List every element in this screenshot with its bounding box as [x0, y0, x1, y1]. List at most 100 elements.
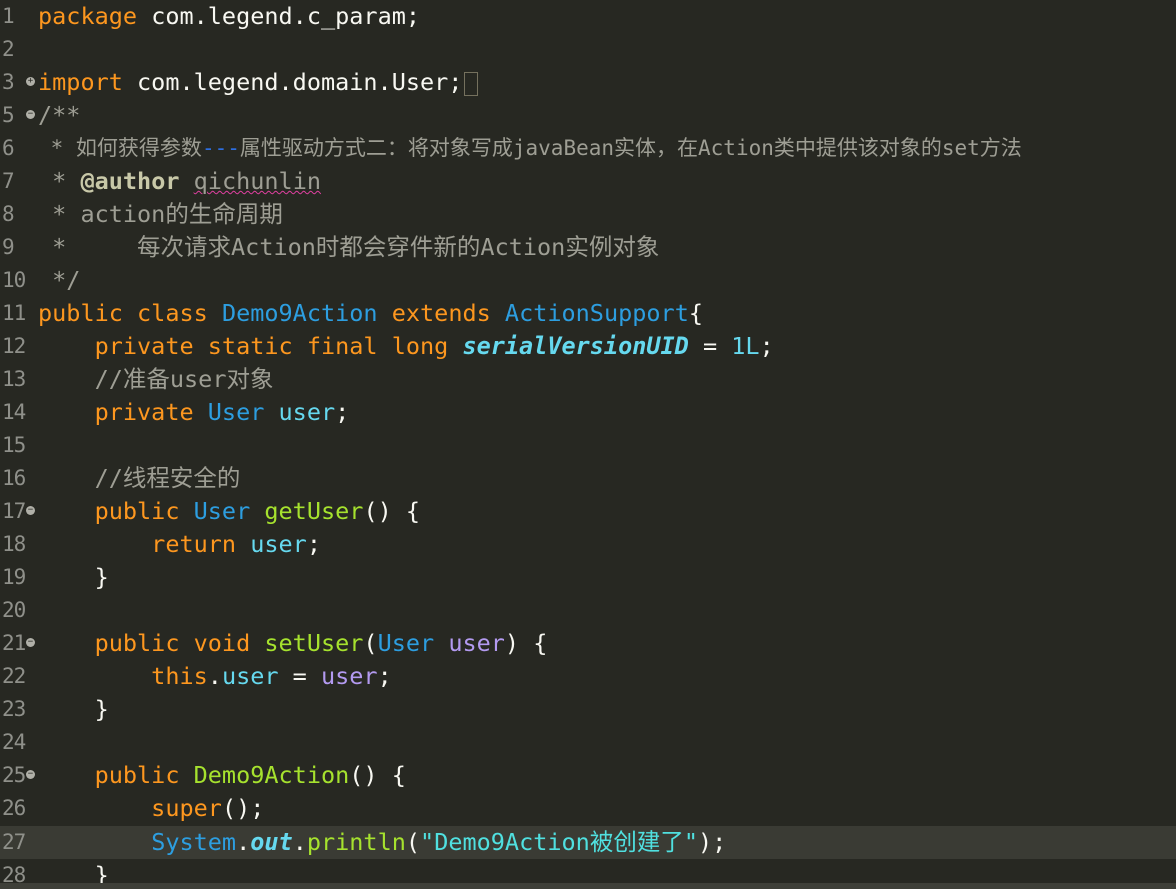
code-line-16[interactable]: 16 //线程安全的: [0, 462, 1176, 495]
code-line-14[interactable]: 14 private User user;: [0, 396, 1176, 429]
line-number: 24: [2, 730, 26, 754]
fold-toggle-icon[interactable]: −: [26, 506, 35, 515]
token-comment: * action的生命周期: [38, 200, 283, 228]
code-line-13[interactable]: 13 //准备user对象: [0, 363, 1176, 396]
line-number: 10: [2, 268, 26, 292]
code-line-25[interactable]: 25 − public Demo9Action() {: [0, 759, 1176, 792]
code-line-1[interactable]: 1 package com.legend.c_param;: [0, 0, 1176, 33]
token-text: ) {: [504, 629, 548, 657]
line-number: 1: [2, 4, 15, 28]
code-line-17[interactable]: 17 − public User getUser() {: [0, 495, 1176, 528]
token-text: com.legend.c_param;: [137, 2, 421, 30]
token-text: com.legend.domain.User;: [122, 68, 463, 96]
code-line-8[interactable]: 8 * action的生命周期: [0, 198, 1176, 231]
code-line-24[interactable]: 24: [0, 726, 1176, 759]
fold-toggle-icon[interactable]: −: [26, 770, 35, 779]
token-comment: ---: [201, 136, 240, 160]
token-function: getUser: [264, 497, 364, 525]
token-keyword: extends: [377, 299, 505, 327]
token-field: user: [221, 662, 279, 690]
token-keyword: public: [38, 761, 194, 789]
line-code: * 如何获得参数---属性驱动方式二：将对象写成javaBean实体，在Acti…: [38, 132, 1022, 165]
code-line-10[interactable]: 10 */: [0, 264, 1176, 297]
line-number: 15: [2, 433, 26, 457]
token-comment: * 每次请求Action时都会穿件新的Action实例对象: [38, 233, 660, 261]
collapsed-imports-icon[interactable]: [464, 71, 479, 96]
line-code: }: [38, 561, 109, 594]
line-number: 16: [2, 466, 26, 490]
code-line-3[interactable]: 3 + import com.legend.domain.User;: [0, 66, 1176, 99]
code-line-23[interactable]: 23 }: [0, 693, 1176, 726]
line-code: private static final long serialVersionU…: [38, 330, 774, 363]
code-line-15[interactable]: 15: [0, 429, 1176, 462]
token-keyword: this: [38, 662, 208, 690]
token-parameter: user: [448, 629, 505, 657]
token-field: user: [278, 398, 336, 426]
token-type: Demo9Action: [221, 299, 378, 327]
token-keyword: private static final long: [38, 332, 463, 360]
token-type: User: [377, 629, 435, 657]
line-code: * 每次请求Action时都会穿件新的Action实例对象: [38, 231, 659, 264]
code-line-22[interactable]: 22 this.user = user;: [0, 660, 1176, 693]
line-code: * @author qichunlin: [38, 165, 321, 198]
token-comment: */: [38, 266, 81, 294]
code-editor[interactable]: 1 package com.legend.c_param; 2 3 + impo…: [0, 0, 1176, 889]
token-text: {: [688, 299, 704, 327]
line-code: import com.legend.domain.User;: [38, 66, 479, 99]
token-comment: *: [38, 167, 81, 195]
token-text: =: [688, 332, 732, 360]
code-line-21[interactable]: 21 − public void setUser(User user) {: [0, 627, 1176, 660]
code-line-11[interactable]: 11 public class Demo9Action extends Acti…: [0, 297, 1176, 330]
code-line-2[interactable]: 2: [0, 33, 1176, 66]
code-line-12[interactable]: 12 private static final long serialVersi…: [0, 330, 1176, 363]
token-parameter: user: [320, 662, 378, 690]
code-line-26[interactable]: 26 super();: [0, 792, 1176, 825]
code-line-20[interactable]: 20: [0, 594, 1176, 627]
token-keyword: package: [38, 2, 138, 30]
line-number: 17: [2, 499, 26, 523]
line-code: /**: [38, 99, 80, 132]
token-text: ;: [335, 398, 350, 426]
token-keyword: public void: [38, 629, 265, 657]
token-text: ;: [306, 530, 321, 558]
line-number: 21: [2, 631, 26, 655]
line-number: 14: [2, 400, 26, 424]
code-line-19[interactable]: 19 }: [0, 561, 1176, 594]
token-function: setUser: [264, 629, 364, 657]
fold-toggle-icon[interactable]: −: [26, 110, 35, 119]
token-type: User: [207, 398, 265, 426]
code-line-9[interactable]: 9 * 每次请求Action时都会穿件新的Action实例对象: [0, 231, 1176, 264]
token-text: (: [363, 629, 378, 657]
token-field: user: [250, 530, 307, 558]
line-code: * action的生命周期: [38, 198, 283, 231]
fold-toggle-icon[interactable]: −: [26, 638, 35, 647]
code-line-7[interactable]: 7 * @author qichunlin: [0, 165, 1176, 198]
token-keyword: super: [38, 794, 222, 822]
code-line-18[interactable]: 18 return user;: [0, 528, 1176, 561]
line-code: this.user = user;: [38, 660, 392, 693]
token-text: }: [38, 695, 109, 723]
token-text: () {: [363, 497, 421, 525]
token-text: .: [207, 662, 222, 690]
horizontal-scrollbar[interactable]: [0, 883, 1176, 889]
fold-toggle-icon[interactable]: +: [26, 77, 35, 86]
code-line-5[interactable]: 5 − /**: [0, 99, 1176, 132]
line-number: 9: [2, 235, 15, 259]
line-code: System.out.println("Demo9Action被创建了");: [38, 826, 726, 859]
code-line-27[interactable]: 27 System.out.println("Demo9Action被创建了")…: [0, 826, 1176, 859]
line-code: super();: [38, 792, 264, 825]
token-keyword: import: [38, 68, 123, 96]
token-string: "Demo9Action被创建了": [420, 828, 698, 856]
token-comment: 属性驱动方式二：将对象写成javaBean实体，在Action类中提供该对象的s…: [239, 136, 1022, 160]
code-line-6[interactable]: 6 * 如何获得参数---属性驱动方式二：将对象写成javaBean实体，在Ac…: [0, 132, 1176, 165]
line-number: 18: [2, 532, 26, 556]
line-number: 8: [2, 202, 15, 226]
token-type: ActionSupport: [504, 299, 689, 327]
token-text: }: [38, 563, 109, 591]
token-field: serialVersionUID: [462, 332, 689, 360]
token-keyword: public: [38, 497, 194, 525]
